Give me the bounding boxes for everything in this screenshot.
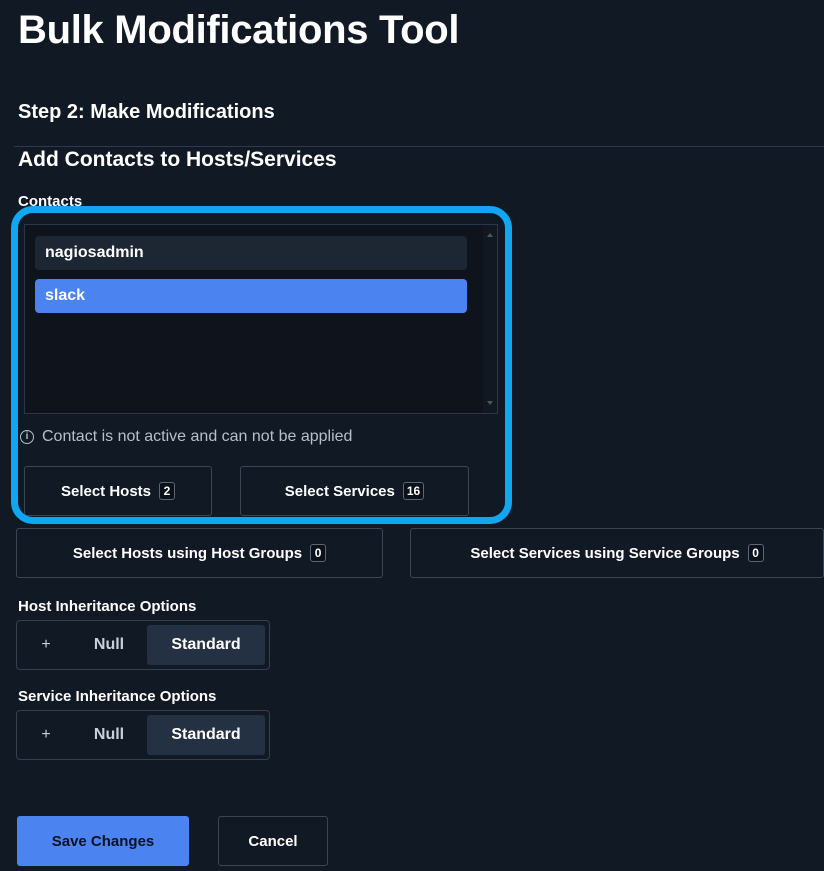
host-inheritance-standard-option[interactable]: Standard bbox=[147, 625, 265, 665]
hostgroups-count-badge: 0 bbox=[310, 544, 327, 562]
service-inheritance-plus-option[interactable]: + bbox=[21, 715, 71, 755]
service-inheritance-label: Service Inheritance Options bbox=[18, 688, 217, 705]
service-inheritance-null-option[interactable]: Null bbox=[71, 715, 147, 755]
save-changes-button[interactable]: Save Changes bbox=[17, 816, 189, 866]
select-services-count-badge: 16 bbox=[402, 482, 425, 500]
step-heading: Step 2: Make Modifications bbox=[18, 101, 275, 123]
select-services-label: Select Services bbox=[284, 482, 395, 500]
cancel-button[interactable]: Cancel bbox=[218, 816, 328, 866]
contacts-label: Contacts bbox=[18, 193, 83, 209]
section-heading: Add Contacts to Hosts/Services bbox=[18, 148, 337, 171]
select-hosts-by-hostgroups-label: Select Hosts using Host Groups bbox=[72, 544, 303, 562]
scroll-up-icon[interactable] bbox=[487, 233, 493, 237]
contact-option-nagiosadmin[interactable]: nagiosadmin bbox=[35, 236, 467, 270]
select-hosts-by-hostgroups-button[interactable]: Select Hosts using Host Groups 0 bbox=[16, 528, 383, 578]
page-title: Bulk Modifications Tool bbox=[18, 8, 460, 52]
host-inheritance-plus-option[interactable]: + bbox=[21, 625, 71, 665]
contact-inactive-text: Contact is not active and can not be app… bbox=[42, 428, 353, 445]
select-hosts-button[interactable]: Select Hosts 2 bbox=[24, 466, 212, 516]
scroll-down-icon[interactable] bbox=[487, 401, 493, 405]
select-hosts-label: Select Hosts bbox=[60, 482, 152, 500]
contact-option-slack[interactable]: slack bbox=[35, 279, 467, 313]
info-circle-icon: i bbox=[20, 430, 34, 444]
section-divider bbox=[14, 146, 824, 147]
service-inheritance-standard-option[interactable]: Standard bbox=[147, 715, 265, 755]
select-services-button[interactable]: Select Services 16 bbox=[240, 466, 469, 516]
select-services-by-servicegroups-label: Select Services using Service Groups bbox=[470, 544, 740, 562]
host-inheritance-toggle[interactable]: + Null Standard bbox=[16, 620, 270, 670]
service-inheritance-toggle[interactable]: + Null Standard bbox=[16, 710, 270, 760]
contact-inactive-notice: i Contact is not active and can not be a… bbox=[20, 428, 352, 446]
contacts-listbox[interactable]: nagiosadmin slack bbox=[24, 224, 498, 414]
select-hosts-count-badge: 2 bbox=[159, 482, 176, 500]
select-services-by-servicegroups-button[interactable]: Select Services using Service Groups 0 bbox=[410, 528, 824, 578]
servicegroups-count-badge: 0 bbox=[747, 544, 764, 562]
host-inheritance-label: Host Inheritance Options bbox=[18, 598, 197, 615]
listbox-scrollbar[interactable] bbox=[483, 225, 497, 413]
host-inheritance-null-option[interactable]: Null bbox=[71, 625, 147, 665]
